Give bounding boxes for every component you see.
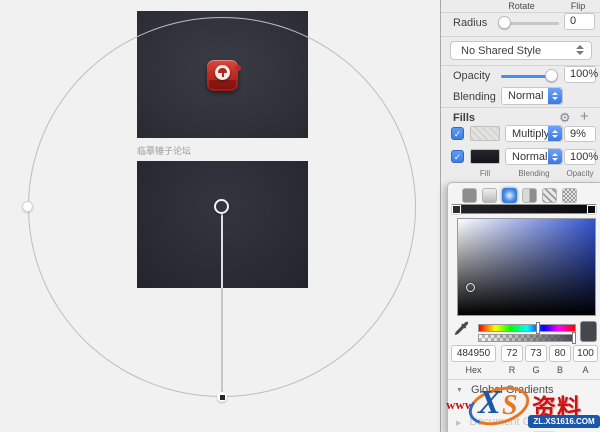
fill-row1-opacity-input[interactable]: 9% xyxy=(564,126,596,142)
blending-value: Normal xyxy=(508,90,543,102)
fill-row1-checkbox[interactable]: ✓ xyxy=(451,127,464,140)
ellipse-left-handle[interactable] xyxy=(22,201,33,212)
blending-label: Blending xyxy=(453,91,496,103)
alpha-input[interactable]: 100 xyxy=(573,345,598,362)
fill-row2-blend-value: Normal xyxy=(512,151,547,163)
shared-style-select[interactable]: No Shared Style xyxy=(450,41,592,60)
radius-slider-knob[interactable] xyxy=(498,16,511,29)
green-input[interactable]: 73 xyxy=(525,345,547,362)
radius-slider-track[interactable] xyxy=(503,22,559,25)
opacity-slider-knob[interactable] xyxy=(545,69,558,82)
divider xyxy=(441,107,600,108)
opacity-column-label: Opacity xyxy=(562,169,598,178)
watermark: www X S 资料网 ZL.XS1616.COM xyxy=(444,384,600,432)
gradient-end-handle[interactable] xyxy=(217,392,227,402)
fill-type-angular-gradient-button[interactable] xyxy=(522,188,537,203)
red-label: R xyxy=(501,365,523,375)
fills-header: Fills xyxy=(453,112,475,124)
stepper-icon[interactable] xyxy=(548,126,562,141)
hex-input[interactable]: 484950 xyxy=(451,345,496,362)
radius-label: Radius xyxy=(453,17,487,29)
hex-label: Hex xyxy=(451,365,496,375)
hue-slider[interactable] xyxy=(478,324,576,332)
hue-slider-indicator[interactable] xyxy=(536,322,540,334)
app-window: 临摹锤子论坛 Rotate Flip Radius 0 No Shared St… xyxy=(0,0,600,432)
alpha-slider[interactable] xyxy=(478,334,576,342)
gradient-stop-start[interactable] xyxy=(452,205,461,214)
gradient-end-dot xyxy=(220,395,225,400)
watermark-url-badge: ZL.XS1616.COM xyxy=(528,415,600,428)
current-color-swatch xyxy=(580,321,597,342)
divider xyxy=(441,36,600,37)
flip-label: Flip xyxy=(558,1,598,11)
selection-ellipse-path[interactable] xyxy=(28,17,416,397)
fill-row2-swatch[interactable] xyxy=(470,149,500,164)
fill-row1-blend-value: Multiply xyxy=(512,128,549,140)
stepper-icon[interactable] xyxy=(548,149,562,164)
radius-input[interactable]: 0 xyxy=(564,13,595,30)
gradient-stop-end[interactable] xyxy=(587,205,596,214)
fill-column-label: Fill xyxy=(470,169,500,178)
blue-input[interactable]: 80 xyxy=(549,345,571,362)
fill-row2-blend-select[interactable]: Normal xyxy=(505,148,563,165)
fill-type-noise-button[interactable] xyxy=(562,188,577,203)
updown-chevrons-icon xyxy=(576,45,584,57)
saturation-brightness-area[interactable] xyxy=(457,218,596,316)
divider xyxy=(448,379,600,380)
green-label: G xyxy=(525,365,547,375)
opacity-label: Opacity xyxy=(453,70,490,82)
blue-label: B xyxy=(549,365,571,375)
fill-row1-blend-select[interactable]: Multiply xyxy=(505,125,563,142)
stepper-icon[interactable] xyxy=(548,88,562,104)
fill-row1-swatch[interactable] xyxy=(470,126,500,141)
alpha-label: A xyxy=(573,365,598,375)
gradient-ramp[interactable] xyxy=(452,204,596,214)
fill-type-linear-gradient-button[interactable] xyxy=(482,188,497,203)
color-position-indicator[interactable] xyxy=(466,283,475,292)
alpha-slider-indicator[interactable] xyxy=(572,332,576,344)
shared-style-value: No Shared Style xyxy=(461,45,541,57)
gear-icon[interactable]: ⚙ xyxy=(559,110,571,126)
eyedropper-icon[interactable] xyxy=(453,321,470,338)
fill-type-radial-gradient-button[interactable] xyxy=(502,188,517,203)
red-input[interactable]: 72 xyxy=(501,345,523,362)
opacity-slider-fill xyxy=(501,75,551,78)
fill-row2-checkbox[interactable]: ✓ xyxy=(451,150,464,163)
watermark-logo-s: S xyxy=(502,390,518,422)
blending-column-label: Blending xyxy=(505,169,563,178)
add-fill-button[interactable]: + xyxy=(580,108,589,125)
blending-select[interactable]: Normal xyxy=(501,87,563,105)
opacity-input[interactable]: 100% xyxy=(564,66,596,83)
watermark-logo-x: X xyxy=(478,384,501,422)
fill-type-flat-button[interactable] xyxy=(462,188,477,203)
fill-row2-opacity-input[interactable]: 100% xyxy=(564,149,596,165)
fill-type-pattern-button[interactable] xyxy=(542,188,557,203)
rotate-label: Rotate xyxy=(499,1,544,11)
